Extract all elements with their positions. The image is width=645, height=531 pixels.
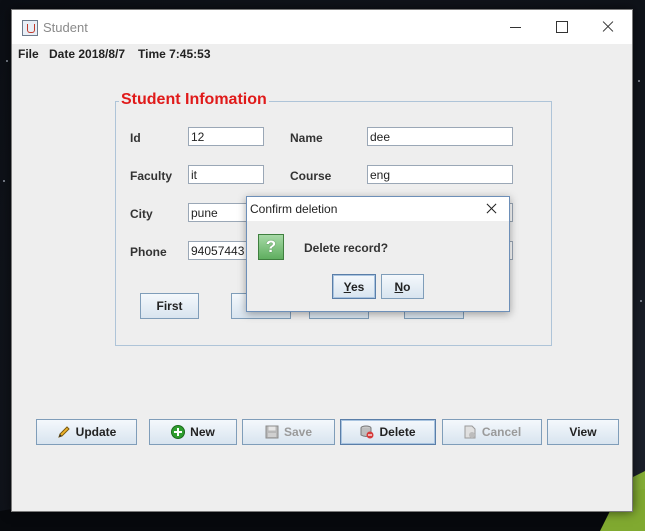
yes-mnemonic: Y <box>343 279 351 294</box>
name-field[interactable]: dee <box>367 127 513 146</box>
dialog-message: Delete record? <box>304 241 389 255</box>
new-button[interactable]: New <box>149 419 237 445</box>
dialog-title-bar[interactable]: Confirm deletion <box>247 197 509 221</box>
java-app-icon <box>22 20 38 36</box>
course-label: Course <box>290 169 332 183</box>
update-label: Update <box>75 425 117 439</box>
menu-bar: File Date 2018/8/7 Time 7:45:53 <box>12 44 632 64</box>
city-label: City <box>130 207 153 221</box>
name-label: Name <box>290 131 323 145</box>
pencil-icon <box>57 426 70 438</box>
close-icon[interactable] <box>485 202 499 216</box>
delete-label: Delete <box>379 425 416 439</box>
save-button[interactable]: Save <box>242 419 335 445</box>
yes-button[interactable]: Yes <box>332 274 376 299</box>
no-button[interactable]: No <box>381 274 424 299</box>
floppy-disk-icon <box>265 425 279 439</box>
view-label: View <box>569 425 597 439</box>
id-label: Id <box>130 131 141 145</box>
document-cancel-icon <box>464 425 476 439</box>
faculty-field[interactable]: it <box>188 165 264 184</box>
yes-label: Yes <box>344 280 365 294</box>
menu-file[interactable]: File <box>18 47 39 61</box>
phone-label: Phone <box>130 245 167 259</box>
new-label: New <box>190 425 215 439</box>
yes-label-rest: es <box>350 279 365 294</box>
no-label: No <box>394 280 410 294</box>
database-delete-icon <box>360 425 374 439</box>
delete-button[interactable]: Delete <box>340 419 436 445</box>
cancel-label: Cancel <box>481 425 522 439</box>
panel-title: Student Infomation <box>119 91 269 109</box>
no-label-rest: o <box>403 279 411 294</box>
id-field[interactable]: 12 <box>188 127 264 146</box>
first-button[interactable]: First <box>140 293 199 319</box>
menu-date[interactable]: Date 2018/8/7 <box>49 47 125 61</box>
plus-circle-icon <box>171 425 186 439</box>
confirm-deletion-dialog: Confirm deletion ? Delete record? Yes No <box>246 196 510 312</box>
close-icon[interactable] <box>590 16 626 38</box>
maximize-icon[interactable] <box>544 16 580 38</box>
save-label: Save <box>283 425 313 439</box>
course-field[interactable]: eng <box>367 165 513 184</box>
no-mnemonic: N <box>394 279 404 294</box>
faculty-label: Faculty <box>130 169 173 183</box>
minimize-icon[interactable] <box>498 16 534 38</box>
first-button-label: First <box>156 299 183 313</box>
view-button[interactable]: View <box>547 419 619 445</box>
update-button[interactable]: Update <box>36 419 137 445</box>
title-bar[interactable]: Student <box>12 10 632 44</box>
window-title: Student <box>43 20 88 35</box>
dialog-title: Confirm deletion <box>250 202 338 216</box>
cancel-button[interactable]: Cancel <box>442 419 542 445</box>
menu-time[interactable]: Time 7:45:53 <box>138 47 211 61</box>
question-icon: ? <box>258 234 284 260</box>
